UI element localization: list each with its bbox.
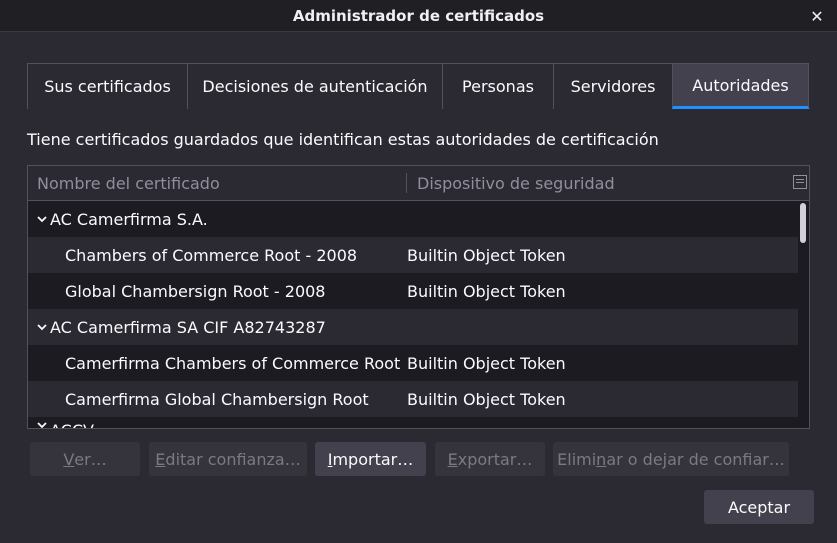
tree-group-row[interactable]: ACCV — [28, 417, 798, 428]
tree-item-row[interactable]: Chambers of Commerce Root - 2008 Builtin… — [28, 237, 798, 273]
group-name: ACCV — [50, 421, 94, 428]
security-device: Builtin Object Token — [407, 281, 566, 301]
chevron-down-icon[interactable] — [34, 321, 50, 333]
certificate-name: Global Chambersign Root - 2008 — [65, 281, 326, 301]
tree-item-row[interactable]: Camerfirma Chambers of Commerce Root Bui… — [28, 345, 798, 381]
certificate-name: Camerfirma Global Chambersign Root — [65, 389, 369, 409]
group-name: AC Camerfirma S.A. — [50, 209, 208, 229]
tree-group-row[interactable]: AC Camerfirma SA CIF A82743287 — [28, 309, 798, 345]
security-device: Builtin Object Token — [407, 389, 566, 409]
chevron-down-icon[interactable] — [34, 213, 50, 225]
window-title: Administrador de certificados — [292, 6, 545, 25]
tree-group-row[interactable]: AC Camerfirma S.A. — [28, 201, 798, 237]
tree-item-row[interactable]: Global Chambersign Root - 2008 Builtin O… — [28, 273, 798, 309]
scrollbar-thumb[interactable] — [800, 203, 806, 243]
security-device: Builtin Object Token — [407, 245, 566, 265]
tab-authentication-decisions[interactable]: Decisiones de autenticación — [187, 63, 443, 109]
certificate-name: Chambers of Commerce Root - 2008 — [65, 245, 358, 265]
column-header-device[interactable]: Dispositivo de seguridad — [406, 173, 798, 193]
column-header-name[interactable]: Nombre del certificado — [28, 166, 406, 200]
edit-trust-button[interactable]: Editar confianza… — [149, 442, 307, 476]
tab-your-certificates[interactable]: Sus certificados — [27, 63, 188, 109]
column-picker-icon[interactable] — [793, 175, 807, 189]
import-button[interactable]: Importar… — [315, 442, 426, 476]
tree-header: Nombre del certificado Dispositivo de se… — [28, 166, 809, 201]
intro-text: Tiene certificados guardados que identif… — [27, 130, 659, 149]
delete-distrust-button[interactable]: Elimi n ar o dejar de confiar… — [553, 442, 789, 476]
tab-servers[interactable]: Servidores — [553, 63, 673, 109]
certificate-tree[interactable]: Nombre del certificado Dispositivo de se… — [27, 165, 810, 429]
tab-bar: Sus certificados Decisiones de autentica… — [27, 63, 810, 109]
certificate-name: Camerfirma Chambers of Commerce Root — [65, 353, 401, 373]
security-device: Builtin Object Token — [407, 353, 566, 373]
action-buttons: Ver… Editar confianza… Importar… Exporta… — [0, 442, 837, 476]
tab-people[interactable]: Personas — [442, 63, 554, 109]
export-button[interactable]: Exportar… — [435, 442, 545, 476]
title-bar: Administrador de certificados ✕ — [0, 0, 837, 32]
view-button[interactable]: Ver… — [30, 442, 140, 476]
accept-button[interactable]: Aceptar — [704, 490, 814, 524]
tree-item-row[interactable]: Camerfirma Global Chambersign Root Built… — [28, 381, 798, 417]
group-name: AC Camerfirma SA CIF A82743287 — [50, 317, 326, 337]
tab-authorities[interactable]: Autoridades — [672, 63, 809, 109]
chevron-down-icon[interactable] — [34, 419, 50, 428]
close-icon[interactable]: ✕ — [805, 4, 829, 28]
